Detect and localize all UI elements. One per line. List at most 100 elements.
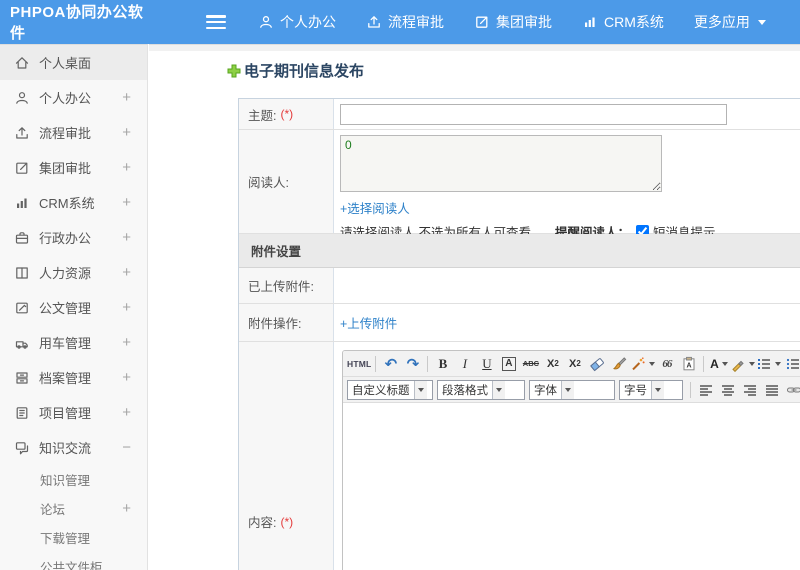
sidebar-item-archives[interactable]: 档案管理 + [0, 360, 147, 395]
expand-toggle[interactable]: + [122, 404, 131, 421]
edit-square-icon [14, 160, 30, 176]
expand-toggle[interactable]: + [122, 264, 131, 281]
superscript-button[interactable]: X2 [542, 354, 563, 374]
expand-toggle[interactable]: + [122, 369, 131, 386]
nav-workflow-approval[interactable]: 流程审批 [366, 12, 444, 32]
collapse-toggle[interactable]: − [122, 439, 131, 456]
subject-input[interactable] [340, 104, 727, 125]
align-right-icon[interactable] [739, 380, 760, 400]
user-icon [14, 90, 30, 106]
sidebar-subitem-knowledge-mgmt[interactable]: 知识管理 [0, 465, 147, 494]
green-plus-icon [227, 64, 241, 77]
rich-text-editor: HTML ↶ ↷ B I U A ABC X2 X2 66 A A 自定义标题 … [342, 350, 800, 570]
font-family-select[interactable]: 字体 [529, 379, 615, 400]
subscript-button[interactable]: X2 [564, 354, 585, 374]
briefcase-icon [14, 230, 30, 246]
sidebar-item-projects[interactable]: 项目管理 + [0, 395, 147, 430]
sidebar-subitem-downloads[interactable]: 下载管理 [0, 523, 147, 552]
expand-toggle[interactable]: + [122, 500, 131, 517]
source-code-button[interactable]: HTML [347, 354, 371, 374]
bold-button[interactable]: B [432, 354, 453, 374]
chat-icon [14, 440, 30, 456]
select-readers-link[interactable]: +选择阅读人 [340, 202, 410, 216]
expand-toggle[interactable]: + [122, 334, 131, 351]
nav-group-approval[interactable]: 集团审批 [474, 12, 552, 32]
uploaded-attachments-row: 已上传附件: [239, 268, 800, 304]
attachment-section-title: 附件设置 [239, 234, 800, 267]
publish-form: 主题: (*) 阅读人: 0 +选择阅读人 请选择阅读人,不选为所有人可查看 提… [238, 98, 800, 570]
italic-button[interactable]: I [454, 354, 475, 374]
page-title: 电子期刊信息发布 [227, 60, 800, 81]
insert-link-icon[interactable] [783, 380, 800, 400]
sidebar-subitem-public-cabinet[interactable]: 公共文件柜 [0, 552, 147, 570]
heading-select[interactable]: 自定义标题 [347, 379, 433, 400]
expand-toggle[interactable]: + [122, 229, 131, 246]
sidebar-item-workflow-approval[interactable]: 流程审批 + [0, 115, 147, 150]
car-icon [14, 335, 30, 351]
top-header: PHPOA协同办公软件 个人办公 流程审批 集团审批 CRM系统 更多应用 [0, 0, 800, 44]
expand-toggle[interactable]: + [122, 124, 131, 141]
attachment-section-row: 附件设置 [239, 234, 800, 268]
subject-row: 主题: (*) [239, 99, 800, 130]
uploaded-label: 已上传附件: [239, 268, 334, 303]
align-justify-icon[interactable] [761, 380, 782, 400]
remove-format-button[interactable]: A [498, 354, 519, 374]
sidebar-subitem-forum[interactable]: 论坛 + [0, 494, 147, 523]
expand-toggle[interactable]: + [122, 299, 131, 316]
format-painter-icon[interactable] [608, 354, 629, 374]
paste-plain-text-icon[interactable]: A [678, 354, 699, 374]
caret-down-icon [413, 380, 427, 399]
workflow-icon [368, 16, 380, 28]
upload-attachment-link[interactable]: +上传附件 [340, 313, 397, 332]
workflow-icon [14, 125, 30, 141]
sidebar-item-personal-office[interactable]: 个人办公 + [0, 80, 147, 115]
expand-toggle[interactable]: + [122, 89, 131, 106]
app-window: PHPOA协同办公软件 个人办公 流程审批 集团审批 CRM系统 更多应用 个人… [0, 0, 800, 570]
archive-icon [14, 370, 30, 386]
expand-toggle[interactable]: + [122, 159, 131, 176]
eraser-icon[interactable] [586, 354, 607, 374]
subject-label: 主题: (*) [239, 99, 334, 129]
blockquote-button[interactable]: 66 [656, 354, 677, 374]
sidebar-item-personal-desktop[interactable]: 个人桌面 [0, 45, 147, 80]
strikethrough-button[interactable]: ABC [520, 354, 541, 374]
required-mark: (*) [280, 107, 294, 121]
quick-format-icon[interactable] [630, 354, 656, 374]
readers-textarea[interactable]: 0 [340, 135, 662, 192]
sidebar-item-hr[interactable]: 人力资源 + [0, 255, 147, 290]
redo-button[interactable]: ↷ [402, 354, 423, 374]
app-logo: PHPOA协同办公软件 [10, 4, 144, 42]
nav-crm-system[interactable]: CRM系统 [582, 12, 664, 32]
content-row: 内容: (*) HTML ↶ ↷ B I U A ABC X 2 X 2 66 … [239, 342, 800, 570]
expand-toggle[interactable]: + [122, 194, 131, 211]
align-center-icon[interactable] [717, 380, 738, 400]
nav-label: 个人办公 [280, 14, 336, 30]
sidebar-item-knowledge[interactable]: 知识交流 − [0, 430, 147, 465]
align-left-icon[interactable] [695, 380, 716, 400]
font-size-select[interactable]: 字号 [619, 379, 683, 400]
font-color-button[interactable]: A [708, 354, 729, 374]
nav-label: 流程审批 [388, 14, 444, 30]
underline-button[interactable]: U [476, 354, 497, 374]
nav-more-apps[interactable]: 更多应用 [694, 12, 766, 32]
editor-content-area[interactable] [343, 403, 800, 570]
editor-toolbar-row1: HTML ↶ ↷ B I U A ABC X2 X2 66 A A [343, 351, 800, 377]
sidebar: 个人桌面 个人办公 + 流程审批 + 集团审批 + CRM系统 + 行政办公 + [0, 44, 148, 570]
sidebar-item-group-approval[interactable]: 集团审批 + [0, 150, 147, 185]
bar-chart-icon [14, 195, 30, 211]
caret-down-icon [651, 380, 664, 399]
nav-label: 集团审批 [496, 14, 552, 30]
menu-toggle-icon[interactable] [206, 15, 226, 29]
highlight-color-icon[interactable] [730, 354, 756, 374]
paragraph-format-select[interactable]: 段落格式 [437, 379, 525, 400]
ordered-list-icon[interactable] [756, 354, 782, 374]
sidebar-item-vehicle[interactable]: 用车管理 + [0, 325, 147, 360]
sidebar-item-crm[interactable]: CRM系统 + [0, 185, 147, 220]
sidebar-item-admin-office[interactable]: 行政办公 + [0, 220, 147, 255]
home-icon [14, 55, 30, 71]
nav-personal-office[interactable]: 个人办公 [258, 12, 336, 32]
unordered-list-icon[interactable] [782, 354, 800, 374]
caret-down-icon [492, 380, 505, 399]
sidebar-item-official-docs[interactable]: 公文管理 + [0, 290, 147, 325]
undo-button[interactable]: ↶ [380, 354, 401, 374]
